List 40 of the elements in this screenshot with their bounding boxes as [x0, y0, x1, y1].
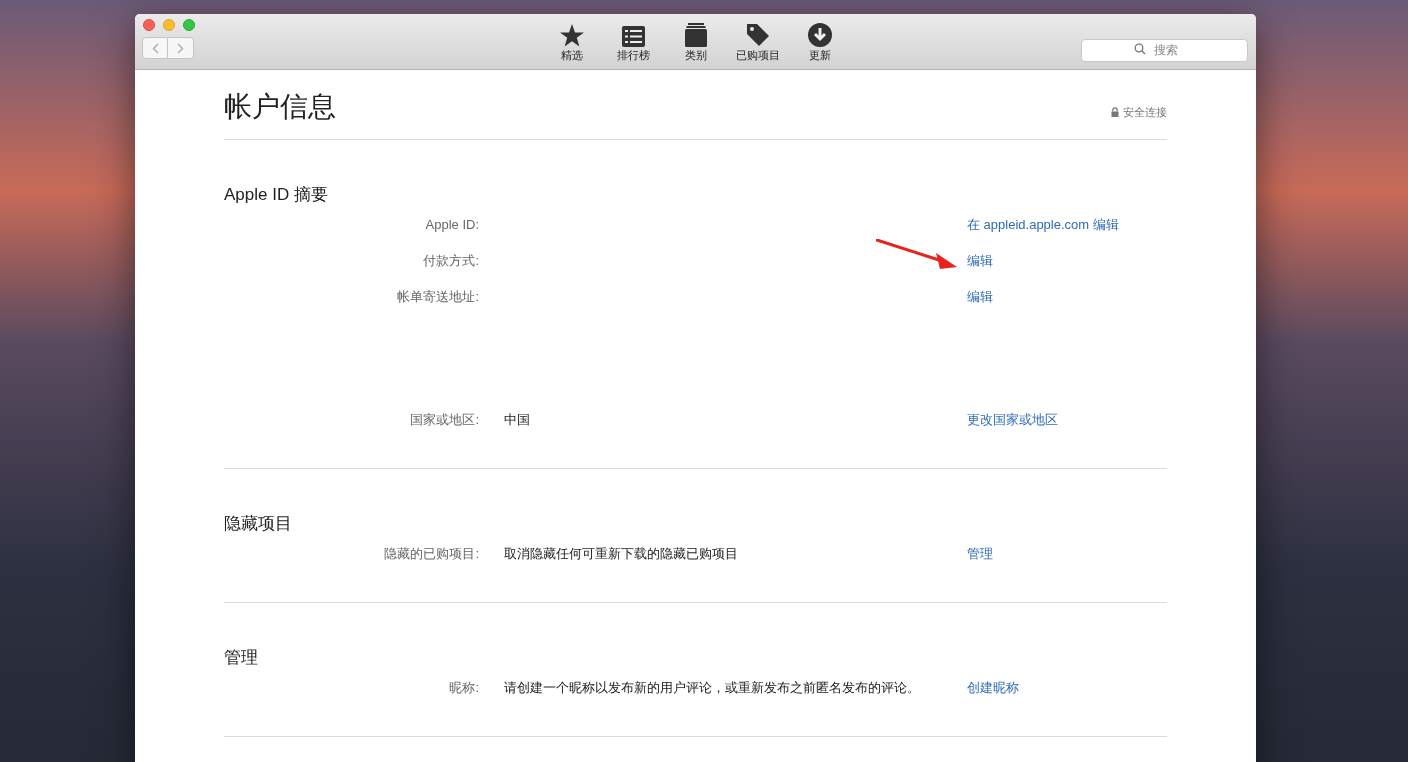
list-icon — [622, 26, 645, 47]
edit-link[interactable]: 创建昵称 — [967, 680, 1019, 695]
tag-icon — [745, 23, 770, 47]
search-field[interactable]: 搜索 — [1081, 38, 1248, 62]
field-label: 隐藏的已购项目: — [384, 546, 479, 561]
forward-button[interactable] — [168, 37, 194, 59]
close-button[interactable] — [143, 19, 155, 31]
edit-link[interactable]: 管理 — [967, 546, 993, 561]
chevron-left-icon — [151, 42, 159, 54]
section-heading: Apple ID 摘要 — [224, 184, 329, 206]
secure-connection-label: 安全连接 — [1123, 104, 1167, 120]
toolbar-button[interactable]: 更新 — [791, 22, 848, 62]
lock-icon — [1111, 106, 1119, 117]
stack-icon — [684, 23, 707, 47]
field-label: 付款方式: — [423, 253, 479, 268]
field-value: 请创建一个昵称以发布新的用户评论，或重新发布之前匿名发布的评论。 — [504, 680, 920, 695]
field-label: 国家或地区: — [410, 412, 479, 427]
edit-link[interactable]: 在 appleid.apple.com 编辑 — [967, 217, 1119, 232]
field-value: 取消隐藏任何可重新下载的隐藏已购项目 — [504, 546, 738, 561]
field-label: 昵称: — [449, 680, 479, 695]
field-label: 帐单寄送地址: — [397, 289, 479, 304]
edit-link[interactable]: 更改国家或地区 — [967, 412, 1058, 427]
edit-link[interactable]: 编辑 — [967, 253, 993, 268]
download-icon — [807, 23, 832, 47]
section-heading: 管理 — [224, 647, 259, 669]
field-label: Apple ID: — [425, 217, 479, 232]
page-title: 帐户信息 — [224, 90, 336, 124]
toolbar-button[interactable]: 精选 — [543, 22, 600, 62]
zoom-button[interactable] — [183, 19, 195, 31]
field-value: 中国 — [504, 412, 530, 427]
toolbar-button[interactable]: 排行榜 — [605, 22, 662, 62]
star-icon — [559, 24, 584, 47]
search-icon — [1134, 43, 1146, 55]
toolbar-button[interactable]: 已购项目 — [729, 22, 786, 62]
chevron-right-icon — [177, 42, 184, 54]
back-button[interactable] — [142, 37, 168, 59]
edit-link[interactable]: 编辑 — [967, 289, 993, 304]
section-heading: 隐藏项目 — [224, 513, 293, 535]
toolbar-button[interactable]: 类别 — [667, 22, 724, 62]
minimize-button[interactable] — [163, 19, 175, 31]
